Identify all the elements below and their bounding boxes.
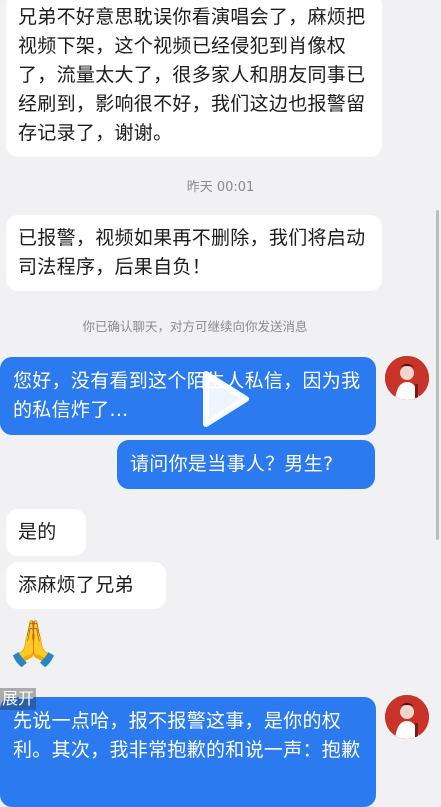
play-icon[interactable] (184, 362, 258, 436)
message-text: 添麻烦了兄弟 (18, 574, 134, 596)
incoming-message[interactable]: 添麻烦了兄弟 (6, 562, 166, 609)
message-text: 是的 (18, 521, 57, 543)
message-timestamp: 昨天 00:01 (186, 180, 255, 195)
message-text: 已报警，视频如果再不删除，我们将启动司法程序，后果自负！ (18, 227, 366, 278)
chat-thread[interactable]: 兄弟不好意思耽误你看演唱会了，麻烦把视频下架，这个视频已经侵犯到肖像权了，流量太… (0, 0, 441, 807)
message-text: 先说一点哈，报不报警这事，是你的权利。其次，我非常抱歉的和说一声：抱歉 (13, 710, 361, 761)
scrollbar[interactable] (436, 210, 439, 540)
avatar[interactable] (385, 356, 429, 400)
outgoing-message[interactable]: 先说一点哈，报不报警这事，是你的权利。其次，我非常抱歉的和说一声：抱歉 (0, 697, 376, 807)
avatar-image (385, 695, 429, 739)
message-text: 请问你是当事人？男生? (130, 453, 334, 475)
incoming-message[interactable]: 已报警，视频如果再不删除，我们将启动司法程序，后果自负！ (6, 215, 382, 291)
incoming-message[interactable]: 是的 (6, 509, 86, 556)
avatar-image (385, 356, 429, 400)
message-text: 兄弟不好意思耽误你看演唱会了，麻烦把视频下架，这个视频已经侵犯到肖像权了，流量太… (18, 6, 366, 144)
system-note: 你已确认聊天，对方可继续向你发送消息 (82, 319, 308, 334)
avatar[interactable] (385, 695, 429, 739)
incoming-message[interactable]: 兄弟不好意思耽误你看演唱会了，麻烦把视频下架，这个视频已经侵犯到肖像权了，流量太… (6, 0, 382, 157)
outgoing-message[interactable]: 请问你是当事人？男生? (117, 440, 375, 489)
emoji-message[interactable]: 🙏 (6, 620, 61, 668)
expand-button[interactable]: 展开 (0, 688, 37, 710)
